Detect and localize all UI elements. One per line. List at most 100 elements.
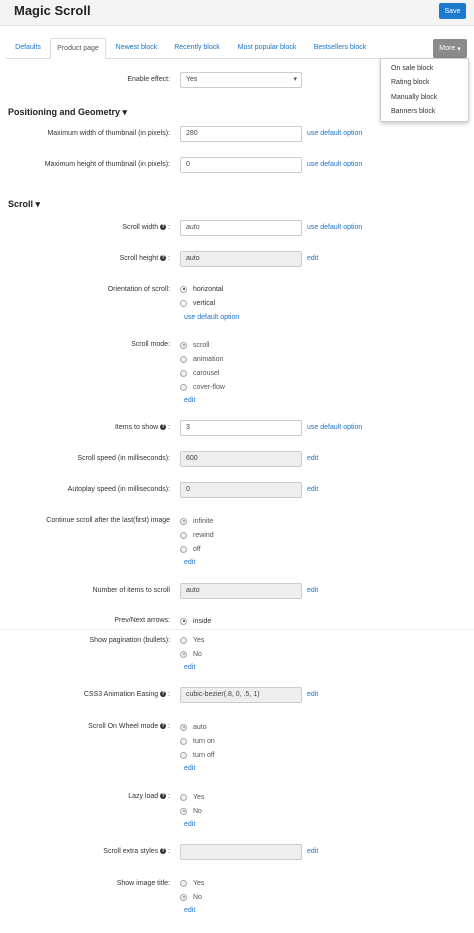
lazy-load-label-text: Lazy load: [128, 793, 159, 800]
tab-defaults[interactable]: Defaults: [7, 38, 49, 59]
enable-effect-select[interactable]: Yes: [180, 72, 302, 88]
pagination-no-radio: No: [180, 649, 202, 659]
option-label: No: [193, 807, 202, 815]
pagination-edit-link[interactable]: edit: [184, 664, 195, 671]
tab-most-popular-block[interactable]: Most popular block: [231, 38, 303, 59]
wheel-mode-auto-radio: auto: [180, 722, 207, 732]
scroll-mode-animation-radio: animation: [180, 354, 223, 364]
radio-control: [180, 545, 187, 553]
more-label: More: [439, 45, 456, 52]
option-label: inside: [193, 617, 212, 625]
continue-scroll-off-radio: off: [180, 544, 201, 554]
extra-styles-input: [180, 844, 302, 860]
wheel-mode-label: Scroll On Wheel mode ? :: [88, 723, 170, 730]
tab-recently-block[interactable]: Recently block: [167, 38, 227, 59]
items-to-show-default-link[interactable]: use default option: [307, 424, 362, 431]
radio-control[interactable]: [180, 285, 187, 293]
radio-control: [180, 650, 187, 658]
option-label: No: [193, 893, 202, 901]
scroll-width-default-link[interactable]: use default option: [307, 224, 362, 231]
scroll-width-label: Scroll width ? :: [122, 224, 170, 231]
radio-control: [180, 531, 187, 539]
radio-control[interactable]: [180, 299, 187, 307]
scroll-speed-input: 600: [180, 451, 302, 467]
image-title-no-radio: No: [180, 892, 202, 902]
orientation-vertical-radio[interactable]: vertical: [180, 298, 215, 308]
option-label: Yes: [193, 793, 205, 801]
section-positioning[interactable]: Positioning and Geometry ▾: [8, 107, 127, 118]
wheel-mode-edit-link[interactable]: edit: [184, 765, 195, 772]
radio-control: [180, 383, 187, 391]
radio-control: [180, 517, 187, 525]
option-label: carousel: [193, 369, 220, 377]
scroll-mode-edit-link[interactable]: edit: [184, 397, 195, 404]
radio-control: [180, 723, 187, 731]
pagination-yes-radio: Yes: [180, 635, 204, 645]
more-button[interactable]: More ▾: [433, 39, 467, 58]
menu-item-banners-block[interactable]: Banners block: [391, 108, 435, 115]
section-scroll-title: Scroll: [8, 199, 34, 209]
wheel-mode-turn-on-radio: turn on: [180, 736, 215, 746]
continue-scroll-edit-link[interactable]: edit: [184, 559, 195, 566]
autoplay-speed-edit-link[interactable]: edit: [307, 486, 318, 493]
radio-control: [180, 879, 187, 887]
items-to-scroll-label: Number of items to scroll: [92, 587, 170, 594]
help-icon[interactable]: ?: [160, 793, 167, 800]
option-label: infinite: [193, 517, 214, 525]
extra-styles-edit-link[interactable]: edit: [307, 848, 318, 855]
easing-edit-link[interactable]: edit: [307, 691, 318, 698]
lazy-load-edit-link[interactable]: edit: [184, 821, 195, 828]
orientation-default-link[interactable]: use default option: [184, 314, 239, 321]
help-icon[interactable]: ?: [160, 848, 167, 855]
help-icon[interactable]: ?: [160, 723, 167, 730]
max-width-label: Maximum width of thumbnail (in pixels):: [47, 130, 170, 137]
more-dropdown: On sale block Rating block Manually bloc…: [380, 58, 469, 122]
scroll-mode-label: Scroll mode:: [131, 341, 170, 348]
scroll-height-input: auto: [180, 251, 302, 267]
image-title-edit-link[interactable]: edit: [184, 907, 195, 914]
extra-styles-label-text: Scroll extra styles: [103, 848, 159, 855]
section-scroll[interactable]: Scroll ▾: [8, 199, 40, 210]
items-to-show-label: Items to show ? :: [114, 424, 170, 431]
menu-item-manually-block[interactable]: Manually block: [391, 94, 437, 101]
scroll-height-label-text: Scroll height: [119, 255, 159, 262]
menu-item-on-sale-block[interactable]: On sale block: [391, 65, 433, 72]
max-height-default-link[interactable]: use default option: [307, 161, 362, 168]
tab-product-page[interactable]: Product page: [50, 38, 106, 59]
image-title-yes-radio: Yes: [180, 878, 204, 888]
max-height-input[interactable]: 0: [180, 157, 302, 173]
enable-effect-value: Yes: [186, 76, 198, 83]
save-button[interactable]: Save: [439, 3, 466, 19]
scroll-width-input[interactable]: auto: [180, 220, 302, 236]
orientation-horizontal-radio[interactable]: horizontal: [180, 284, 223, 294]
scroll-height-edit-link[interactable]: edit: [307, 255, 318, 262]
radio-control[interactable]: [180, 617, 187, 625]
items-to-scroll-edit-link[interactable]: edit: [307, 587, 318, 594]
option-label: Yes: [193, 879, 205, 887]
option-label: off: [193, 545, 201, 553]
extra-styles-label: Scroll extra styles ? :: [103, 848, 170, 855]
lazy-load-yes-radio: Yes: [180, 792, 204, 802]
continue-scroll-rewind-radio: rewind: [180, 530, 214, 540]
caret-down-icon: ▾: [122, 107, 128, 117]
scroll-mode-scroll-radio: scroll: [180, 340, 209, 350]
help-icon[interactable]: ?: [160, 691, 167, 698]
pagination-label: Show pagination (bullets):: [89, 637, 170, 644]
help-icon[interactable]: ?: [160, 224, 167, 231]
menu-item-rating-block[interactable]: Rating block: [391, 79, 430, 86]
radio-control: [180, 793, 187, 801]
easing-label-text: CSS3 Animation Easing: [83, 691, 159, 698]
max-width-input[interactable]: 280: [180, 126, 302, 142]
help-icon[interactable]: ?: [160, 255, 167, 262]
max-width-default-link[interactable]: use default option: [307, 130, 362, 137]
help-icon[interactable]: ?: [160, 424, 167, 431]
items-to-show-input[interactable]: 3: [180, 420, 302, 436]
radio-control: [180, 355, 187, 363]
tab-newest-block[interactable]: Newest block: [109, 38, 164, 59]
prev-next-inside-radio[interactable]: inside: [180, 616, 211, 626]
wheel-mode-turn-off-radio: turn off: [180, 750, 215, 760]
tab-bestsellers-block[interactable]: Bestsellers block: [307, 38, 373, 59]
scroll-mode-carousel-radio: carousel: [180, 368, 219, 378]
scroll-speed-edit-link[interactable]: edit: [307, 455, 318, 462]
max-height-label: Maximum height of thumbnail (in pixels):: [44, 161, 170, 168]
